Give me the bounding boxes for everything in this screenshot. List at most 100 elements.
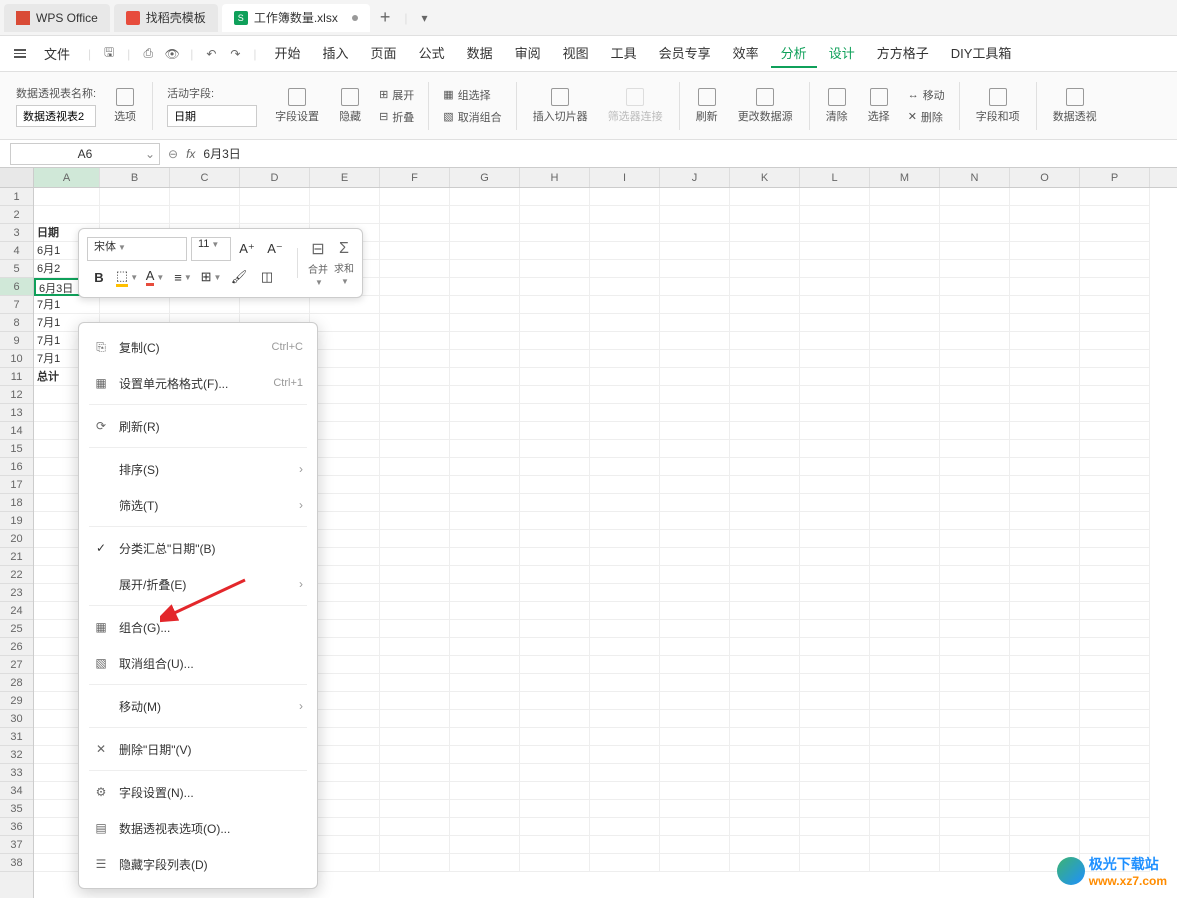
cell-empty[interactable] <box>730 404 800 422</box>
cell-empty[interactable] <box>940 458 1010 476</box>
cell-empty[interactable] <box>520 260 590 278</box>
cell-empty[interactable] <box>520 800 590 818</box>
col-header-K[interactable]: K <box>730 168 800 187</box>
menu-开始[interactable]: 开始 <box>265 39 311 68</box>
cell-empty[interactable] <box>310 350 380 368</box>
cell-empty[interactable] <box>730 512 800 530</box>
cell-empty[interactable] <box>1010 260 1080 278</box>
options-button[interactable]: 选项 <box>106 84 144 128</box>
cell-empty[interactable] <box>940 206 1010 224</box>
cell-empty[interactable] <box>590 656 660 674</box>
cell-empty[interactable] <box>590 206 660 224</box>
sum-button[interactable]: Σ 求和▼ <box>334 240 354 286</box>
cell-empty[interactable] <box>730 206 800 224</box>
cell-empty[interactable] <box>590 404 660 422</box>
cell-empty[interactable] <box>940 368 1010 386</box>
cell-empty[interactable] <box>730 440 800 458</box>
cell-empty[interactable] <box>310 458 380 476</box>
cell-empty[interactable] <box>800 476 870 494</box>
formula-value[interactable]: 6月3日 <box>203 145 1167 162</box>
cell-empty[interactable] <box>940 818 1010 836</box>
cell-empty[interactable] <box>380 314 450 332</box>
ungroup-button[interactable]: ▧取消组合 <box>437 107 507 127</box>
cell-empty[interactable] <box>870 746 940 764</box>
cell-empty[interactable] <box>940 242 1010 260</box>
cell-empty[interactable] <box>870 368 940 386</box>
cell-empty[interactable] <box>660 710 730 728</box>
cell-empty[interactable] <box>940 764 1010 782</box>
name-box[interactable]: A6 ⌄ <box>10 143 160 165</box>
cell-empty[interactable] <box>660 728 730 746</box>
redo-icon[interactable]: ↷ <box>225 44 245 64</box>
row-header-10[interactable]: 10 <box>0 350 33 368</box>
cell-empty[interactable] <box>800 350 870 368</box>
tab-menu-button[interactable]: ▾ <box>411 11 437 25</box>
cell-empty[interactable] <box>520 476 590 494</box>
zoom-icon[interactable]: ⊖ <box>168 147 178 161</box>
cell-empty[interactable] <box>380 494 450 512</box>
cell-empty[interactable] <box>660 746 730 764</box>
cell-empty[interactable] <box>450 620 520 638</box>
field-settings-button[interactable]: 字段设置 <box>267 84 327 128</box>
cell-empty[interactable] <box>450 206 520 224</box>
cell-empty[interactable] <box>380 746 450 764</box>
cell-empty[interactable] <box>450 764 520 782</box>
cell-empty[interactable] <box>800 260 870 278</box>
row-header-5[interactable]: 5 <box>0 260 33 278</box>
cell-empty[interactable] <box>1080 656 1150 674</box>
cell-empty[interactable] <box>1080 548 1150 566</box>
cell-empty[interactable] <box>940 782 1010 800</box>
cell-empty[interactable] <box>660 206 730 224</box>
cell-empty[interactable] <box>1080 350 1150 368</box>
cell-empty[interactable] <box>870 188 940 206</box>
cell-empty[interactable] <box>1010 440 1080 458</box>
cell-empty[interactable] <box>1010 512 1080 530</box>
cell-empty[interactable] <box>870 674 940 692</box>
row-header-8[interactable]: 8 <box>0 314 33 332</box>
cell-empty[interactable] <box>380 836 450 854</box>
cell-empty[interactable] <box>450 458 520 476</box>
cell-empty[interactable] <box>1080 296 1150 314</box>
cell-empty[interactable] <box>1010 782 1080 800</box>
cell-empty[interactable] <box>520 782 590 800</box>
cell-empty[interactable] <box>870 656 940 674</box>
cell-empty[interactable] <box>660 494 730 512</box>
cell-empty[interactable] <box>380 854 450 872</box>
ctx-C[interactable]: ⎘复制(C)Ctrl+C <box>79 329 317 365</box>
cell-empty[interactable] <box>450 350 520 368</box>
cell-empty[interactable] <box>310 674 380 692</box>
cell-empty[interactable] <box>1010 476 1080 494</box>
cell-empty[interactable] <box>870 314 940 332</box>
cell-empty[interactable] <box>590 422 660 440</box>
cell-empty[interactable] <box>380 584 450 602</box>
move-button[interactable]: ↔移动 <box>902 85 951 105</box>
ctx-S[interactable]: 排序(S)› <box>79 451 317 487</box>
cell-empty[interactable] <box>730 548 800 566</box>
cell-empty[interactable] <box>730 620 800 638</box>
cell-empty[interactable] <box>940 602 1010 620</box>
cell-empty[interactable] <box>940 404 1010 422</box>
cell-empty[interactable] <box>660 512 730 530</box>
cell-empty[interactable] <box>730 494 800 512</box>
cell-empty[interactable] <box>1080 800 1150 818</box>
cell-empty[interactable] <box>800 638 870 656</box>
decrease-font-button[interactable]: A⁻ <box>263 237 287 261</box>
cell-empty[interactable] <box>1010 530 1080 548</box>
cell-empty[interactable] <box>450 440 520 458</box>
cell-empty[interactable] <box>450 314 520 332</box>
cell-empty[interactable] <box>170 296 240 314</box>
cell-empty[interactable] <box>1080 728 1150 746</box>
cell-empty[interactable] <box>1010 188 1080 206</box>
active-field-input[interactable] <box>167 105 257 127</box>
cell-empty[interactable] <box>940 332 1010 350</box>
chevron-down-icon[interactable]: ⌄ <box>145 147 155 161</box>
delete-button[interactable]: ✕删除 <box>902 107 951 127</box>
pivot-view-button[interactable]: 数据透视 <box>1045 84 1105 128</box>
cell-empty[interactable] <box>940 548 1010 566</box>
cell-empty[interactable] <box>310 818 380 836</box>
font-color-button[interactable]: A▼ <box>143 265 167 289</box>
row-header-1[interactable]: 1 <box>0 188 33 206</box>
row-header-22[interactable]: 22 <box>0 566 33 584</box>
cell-empty[interactable] <box>310 800 380 818</box>
cell-empty[interactable] <box>660 350 730 368</box>
